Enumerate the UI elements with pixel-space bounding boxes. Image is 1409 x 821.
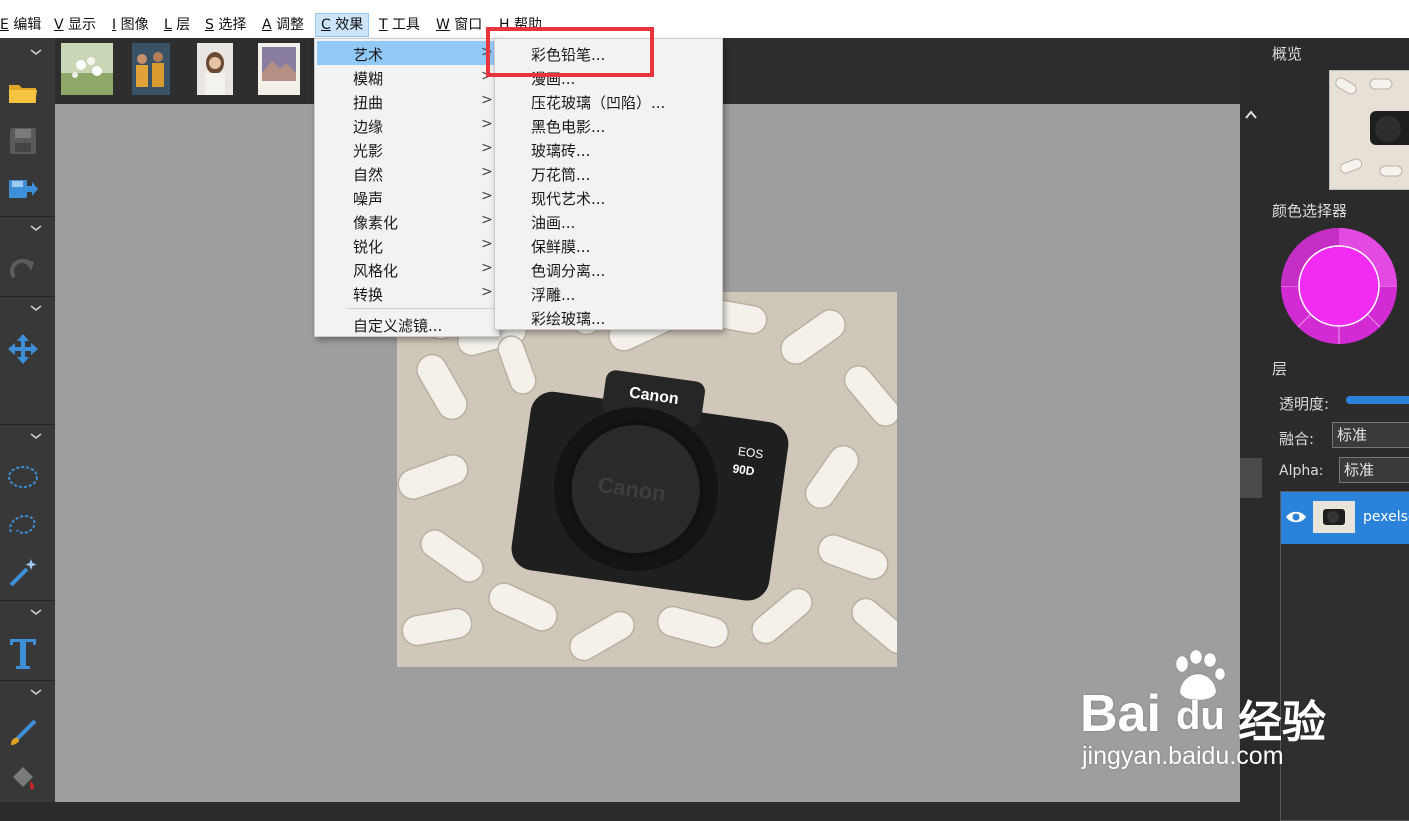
layer-name: pexels- [1363, 509, 1409, 525]
layer-row[interactable]: pexels- [1281, 492, 1409, 544]
art-submenu-item-emboss[interactable]: 浮雕... [497, 281, 721, 305]
effects-menu-item-sharpen[interactable]: 锐化 > [317, 233, 497, 257]
effects-menu-item-custom-filter[interactable]: 自定义滤镜... [317, 312, 497, 336]
save-as-icon[interactable] [6, 172, 40, 206]
menu-select[interactable]: S 选择 [205, 14, 246, 36]
collapse-chevron-icon[interactable] [30, 304, 42, 312]
menu-image[interactable]: I 图像 [112, 14, 149, 36]
opacity-label: 透明度: [1279, 395, 1330, 413]
overview-title: 概览 [1272, 45, 1303, 63]
paint-bucket-icon[interactable] [6, 762, 40, 796]
effects-menu-item-noise[interactable]: 噪声 > [317, 185, 497, 209]
baidu-jingyan-watermark: Bai du 经验 jingyan.baidu.com [1080, 650, 1400, 780]
save-icon[interactable] [6, 124, 40, 158]
toolbar-separator [0, 600, 55, 601]
menu-view[interactable]: V 显示 [54, 14, 96, 36]
menu-effects[interactable]: C 效果 [315, 13, 370, 37]
effects-dropdown-menu: 艺术 > 模糊 > 扭曲 > 边缘 > 光影 > 自然 > 噪声 > 像素化 > 锐化 > 风格化… [314, 38, 500, 337]
open-folder-icon[interactable] [6, 76, 40, 110]
art-submenu-item-stained-glass[interactable]: 彩绘玻璃... [497, 305, 721, 329]
magic-wand-icon[interactable] [6, 556, 40, 590]
thumbnail-flowers[interactable] [61, 43, 113, 95]
text-tool-icon[interactable] [6, 636, 40, 670]
left-toolbar [0, 38, 55, 802]
collapse-chevron-icon[interactable] [30, 48, 42, 56]
submenu-arrow-icon: > [481, 260, 493, 276]
collapse-chevron-icon[interactable] [30, 432, 42, 440]
color-wheel[interactable] [1280, 227, 1398, 345]
effects-menu-item-convert[interactable]: 转换 > [317, 281, 497, 305]
blend-mode-label: 融合: [1279, 430, 1315, 448]
submenu-arrow-icon: > [481, 92, 493, 108]
effects-menu-item-nature[interactable]: 自然 > [317, 161, 497, 185]
brush-icon[interactable] [6, 716, 40, 750]
effects-menu-item-pixelate[interactable]: 像素化 > [317, 209, 497, 233]
collapse-chevron-icon[interactable] [30, 688, 42, 696]
opacity-slider[interactable] [1346, 396, 1409, 404]
watermark-url: jingyan.baidu.com [1082, 742, 1284, 770]
watermark-brand-du: du [1176, 694, 1225, 738]
toolbar-separator [0, 216, 55, 217]
submenu-arrow-icon: > [481, 284, 493, 300]
effects-menu-item-stylize[interactable]: 风格化 > [317, 257, 497, 281]
menu-window[interactable]: W 窗口 [436, 14, 482, 36]
layer-thumbnail [1313, 501, 1355, 533]
art-submenu-item-plastic-wrap[interactable]: 保鲜膜... [497, 233, 721, 257]
art-submenu-item-kaleidoscope[interactable]: 万花筒... [497, 161, 721, 185]
selected-color-swatch[interactable] [1298, 245, 1380, 327]
blend-mode-select[interactable]: 标准 [1332, 422, 1409, 448]
art-submenu-item-oil-painting[interactable]: 油画... [497, 209, 721, 233]
toolbar-separator [0, 680, 55, 681]
watermark-brand-jingyan: 经验 [1238, 698, 1326, 747]
toolbar-separator [0, 424, 55, 425]
art-submenu: 彩色铅笔... 漫画... 压花玻璃（凹陷）... 黑色电影... 玻璃砖...… [494, 38, 723, 330]
submenu-arrow-icon: > [481, 188, 493, 204]
move-tool-icon[interactable] [6, 332, 40, 366]
collapse-chevron-icon[interactable] [30, 608, 42, 616]
overview-preview[interactable] [1329, 70, 1409, 190]
submenu-arrow-icon: > [481, 116, 493, 132]
ellipse-select-icon[interactable] [6, 460, 40, 494]
art-submenu-item-posterize[interactable]: 色调分离... [497, 257, 721, 281]
menu-tools[interactable]: T 工具 [379, 14, 420, 36]
art-submenu-item-glass-tile[interactable]: 玻璃砖... [497, 137, 721, 161]
effects-menu-item-distort[interactable]: 扭曲 > [317, 89, 497, 113]
scrollbar-thumb[interactable] [1240, 458, 1262, 498]
redo-icon[interactable] [6, 252, 40, 286]
submenu-arrow-icon: > [481, 164, 493, 180]
canvas-photo[interactable]: Canon Canon EOS 90D [397, 292, 897, 667]
submenu-arrow-icon: > [481, 212, 493, 228]
collapse-chevron-icon[interactable] [30, 224, 42, 232]
menubar: E 编辑 V 显示 I 图像 L 层 S 选择 A 调整 C 效果 T 工具 W… [0, 0, 1409, 38]
effects-menu-item-art[interactable]: 艺术 > [317, 41, 497, 65]
art-submenu-item-film-noir[interactable]: 黑色电影... [497, 113, 721, 137]
art-submenu-item-embossed-glass[interactable]: 压花玻璃（凹陷）... [497, 89, 721, 113]
submenu-arrow-icon: > [481, 236, 493, 252]
camera-photo-image: Canon Canon EOS 90D [397, 292, 897, 667]
menu-adjust[interactable]: A 调整 [262, 14, 304, 36]
effects-menu-item-blur[interactable]: 模糊 > [317, 65, 497, 89]
thumbnail-people[interactable] [132, 43, 170, 95]
effects-menu-item-edge[interactable]: 边缘 > [317, 113, 497, 137]
scroll-up-icon[interactable] [1244, 108, 1258, 122]
menu-layer[interactable]: L 层 [164, 14, 190, 36]
alpha-label: Alpha: [1279, 463, 1324, 479]
effects-menu-item-light[interactable]: 光影 > [317, 137, 497, 161]
lasso-select-icon[interactable] [6, 508, 40, 542]
alpha-mode-select[interactable]: 标准 [1339, 457, 1409, 483]
menu-separator [347, 308, 495, 309]
visibility-eye-icon[interactable] [1285, 510, 1307, 524]
thumbnail-portrait[interactable] [197, 43, 233, 95]
submenu-arrow-icon: > [481, 140, 493, 156]
watermark-brand-bai: Bai [1080, 685, 1161, 743]
layers-title: 层 [1272, 360, 1288, 378]
color-picker-title: 颜色选择器 [1272, 202, 1348, 220]
art-submenu-item-modern-art[interactable]: 现代艺术... [497, 185, 721, 209]
annotation-highlight-box [486, 27, 654, 77]
toolbar-separator [0, 296, 55, 297]
menu-edit[interactable]: E 编辑 [0, 14, 41, 36]
thumbnail-polaroid[interactable] [258, 43, 300, 95]
